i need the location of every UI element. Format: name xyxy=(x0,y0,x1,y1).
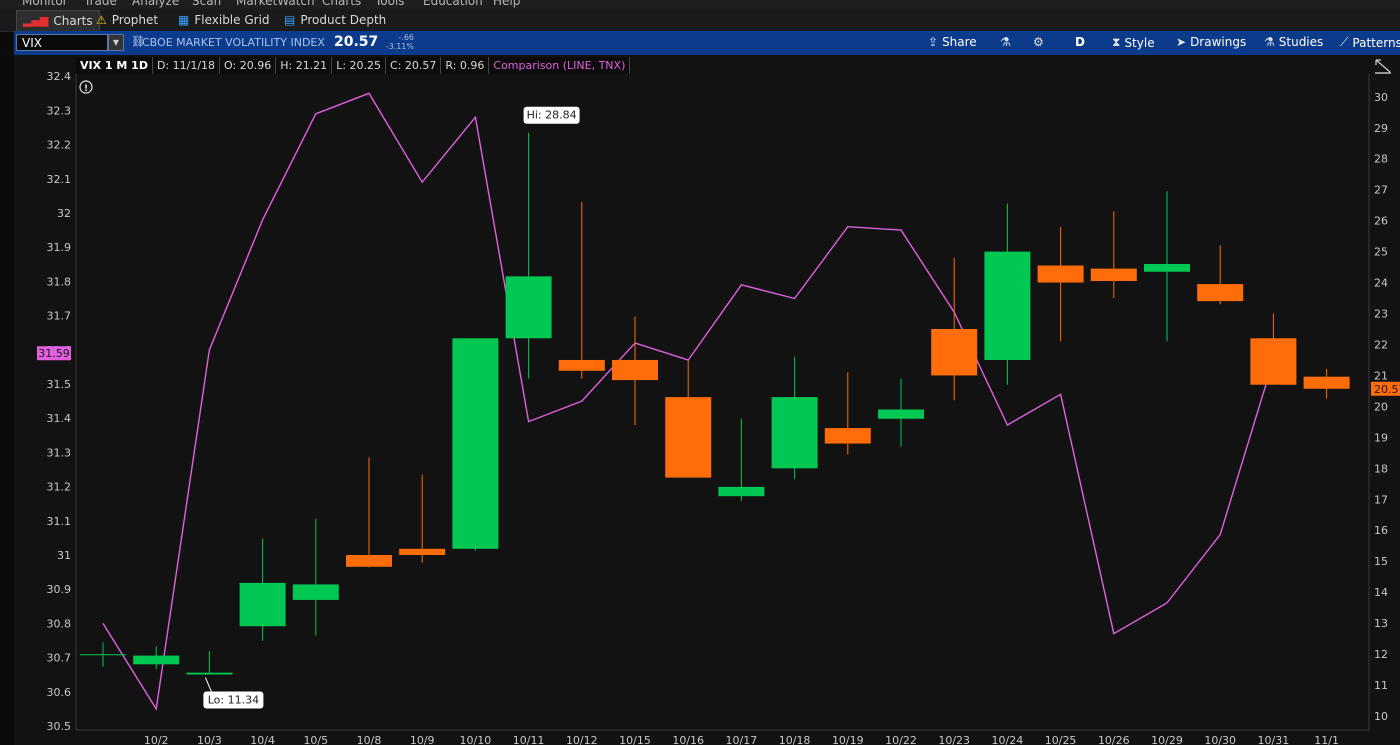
info-close: C: 20.57 xyxy=(386,57,442,74)
info-range: R: 0.96 xyxy=(441,57,490,74)
charts-tab-label: Charts xyxy=(53,14,93,28)
cursor-icon: ➤ xyxy=(1176,35,1187,49)
grid-icon: ▦ xyxy=(178,13,190,27)
menu-item-tools[interactable]: Tools xyxy=(375,0,405,8)
info-bar: VIX 1 M 1D D: 11/1/18 O: 20.96 H: 21.21 … xyxy=(76,57,631,74)
studies-label: Studies xyxy=(1278,35,1324,49)
share-button[interactable]: ⇪ Share xyxy=(928,35,977,49)
info-low: L: 20.25 xyxy=(332,57,387,74)
prophet-tab-label: Prophet xyxy=(111,13,159,27)
product-depth-tab[interactable]: ▤ Product Depth xyxy=(278,10,392,30)
percent-change: -3.11% xyxy=(385,42,414,51)
charts-tab[interactable]: ▂▄▆ Charts xyxy=(16,10,100,32)
patterns-button[interactable]: ⟋ Patterns xyxy=(1340,35,1400,50)
menu-item-charts[interactable]: Charts xyxy=(322,0,361,8)
studies-button[interactable]: ⚗ Studies xyxy=(1264,35,1323,49)
prophet-tab[interactable]: ⚠ Prophet xyxy=(90,10,164,30)
share-label: Share xyxy=(942,35,977,49)
drawings-label: Drawings xyxy=(1190,35,1247,49)
menu-item-trade[interactable]: Trade xyxy=(84,0,117,8)
info-open: O: 20.96 xyxy=(220,57,277,74)
last-price: 20.57 xyxy=(334,34,379,50)
chart-area[interactable] xyxy=(14,55,1400,745)
aggregation-button[interactable]: D xyxy=(1075,35,1085,49)
info-high: H: 21.21 xyxy=(276,57,333,74)
flexible-grid-tab-label: Flexible Grid xyxy=(194,13,270,27)
net-change: -.66 xyxy=(398,33,414,42)
patterns-icon: ⟋ xyxy=(1340,35,1349,49)
bar-chart-icon: ▂▄▆ xyxy=(23,14,49,27)
menu-bar: Monitor Trade Analyze Scan MarketWatch Charts… xyxy=(0,0,1400,9)
depth-chart-icon: ▤ xyxy=(284,13,296,27)
info-comparison: Comparison (LINE, TNX) xyxy=(489,57,631,74)
menu-item-education[interactable]: Education xyxy=(423,0,483,8)
flexible-grid-tab[interactable]: ▦ Flexible Grid xyxy=(172,10,276,30)
symbol-bar: VIX ▼ ⛓ CBOE MARKET VOLATILITY INDEX 20.… xyxy=(14,31,1400,55)
symbol-description: CBOE MARKET VOLATILITY INDEX xyxy=(142,36,325,49)
share-icon: ⇪ xyxy=(928,35,939,49)
menu-item-marketwatch[interactable]: MarketWatch xyxy=(236,0,315,8)
symbol-input[interactable]: VIX xyxy=(16,34,108,51)
menu-item-monitor[interactable]: Monitor xyxy=(22,0,68,8)
menu-item-scan[interactable]: Scan xyxy=(192,0,221,8)
flask-icon: ⚗ xyxy=(1000,35,1011,49)
price-change: -.66 -3.11% xyxy=(382,33,414,51)
beaker-icon: ⚗ xyxy=(1264,35,1275,49)
candle-icon: ⧗ xyxy=(1112,35,1121,49)
info-date: D: 11/1/18 xyxy=(152,57,221,74)
gear-icon: ⚙ xyxy=(1033,35,1044,49)
style-button[interactable]: ⧗ Style xyxy=(1112,35,1155,50)
product-depth-tab-label: Product Depth xyxy=(300,13,387,27)
patterns-label: Patterns xyxy=(1352,35,1400,50)
drawings-button[interactable]: ➤ Drawings xyxy=(1176,35,1246,49)
style-label: Style xyxy=(1124,35,1155,50)
chart-toolbar: ▂▄▆ Charts ⚠ Prophet ▦ Flexible Grid ▤ P… xyxy=(0,9,1400,32)
info-symbol-period: VIX 1 M 1D xyxy=(76,57,153,74)
menu-item-help[interactable]: Help xyxy=(493,0,520,8)
settings-button[interactable]: ⚙ xyxy=(1033,35,1044,49)
symbol-dropdown-icon[interactable]: ▼ xyxy=(108,34,124,51)
warning-icon: ⚠ xyxy=(96,13,107,27)
flask-button[interactable]: ⚗ xyxy=(1000,35,1011,49)
menu-item-analyze[interactable]: Analyze xyxy=(132,0,179,8)
